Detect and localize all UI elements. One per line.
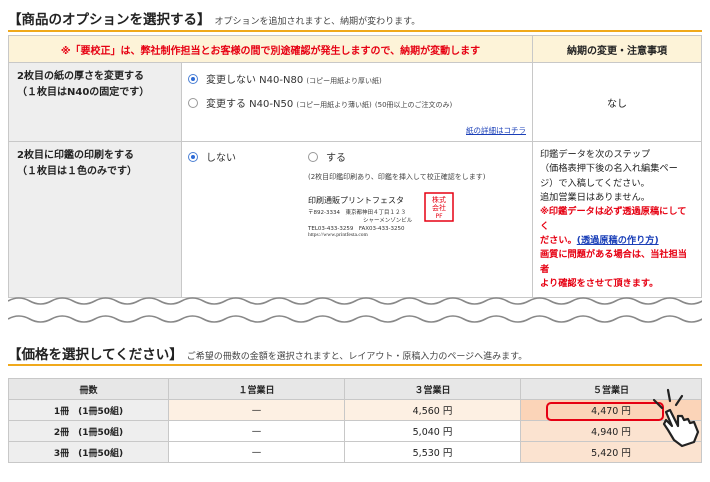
paper-option-keep-label: 変更しない N40-N80 xyxy=(206,75,304,86)
wave-divider-bottom xyxy=(8,315,702,323)
stamp-row-notes: 印鑑データを次のステップ （価格表押下後の名入れ編集ペー ジ）で入稿してください… xyxy=(532,140,702,299)
price-cell-3day[interactable]: 5,040 円 xyxy=(344,420,521,442)
stamp-yes-radio[interactable] xyxy=(308,152,318,162)
options-table: ※「要校正」は、弊社制作担当とお客様の間で別途確認が発生しますので、納期が変動し… xyxy=(8,35,702,299)
stamp-row-label-2: （１枚目は１色のみです） xyxy=(17,165,137,177)
paper-option-change-note: (コピー用紙より薄い紙) xyxy=(296,101,372,109)
price-cell-1day: — xyxy=(168,399,345,421)
wave-divider-top xyxy=(8,297,702,305)
paper-row-options: 変更しない N40-N80 (コピー用紙より厚い紙) 変更する N40-N50 … xyxy=(181,62,533,142)
price-cell-1day: — xyxy=(168,441,345,463)
price-cell-1day: — xyxy=(168,420,345,442)
price-row: 3冊 (1冊50組) — 5,530 円 5,420 円 xyxy=(8,441,702,463)
stamp-option-yes[interactable]: する xyxy=(308,149,346,164)
stamp-notes-line-2: （価格表押下後の名入れ編集ペー xyxy=(540,163,678,175)
price-header-3day: ３営業日 xyxy=(344,378,521,400)
price-section-title: 【価格を選択してください】 xyxy=(8,347,183,363)
price-cell-3day[interactable]: 4,560 円 xyxy=(344,399,521,421)
paper-option-change[interactable]: 変更する N40-N50 (コピー用紙より薄い紙) (50冊以上のご注文のみ) xyxy=(188,95,526,110)
price-section-rule xyxy=(8,364,702,366)
paper-keep-radio[interactable] xyxy=(188,74,198,84)
price-section-header: 【価格を選択してください】 ご希望の冊数の金額を選択されますと、レイアウト・原稿… xyxy=(8,343,527,363)
paper-row-notes: なし xyxy=(532,62,702,142)
options-header-warning: ※「要校正」は、弊社制作担当とお客様の間で別途確認が発生しますので、納期が変動し… xyxy=(8,35,533,63)
stamp-option-yes-note: (2枚目印鑑印刷あり、印鑑を挿入して校正確認をします) xyxy=(308,173,486,181)
price-header-qty: 冊数 xyxy=(8,378,169,400)
options-header-notes: 納期の変更・注意事項 xyxy=(532,35,702,63)
svg-text:PF: PF xyxy=(435,213,443,220)
options-section-title: 【商品のオプションを選択する】 xyxy=(8,12,211,28)
stamp-notes-red-2: ださい。 xyxy=(540,235,577,247)
price-header-1day: １営業日 xyxy=(168,378,345,400)
price-row-qty: 1冊 (1冊50組) xyxy=(8,399,169,421)
paper-row-label-2: （１枚目はN40の固定です） xyxy=(17,86,150,98)
svg-text:株式: 株式 xyxy=(432,195,446,204)
stamp-row-options: しない する (2枚目印鑑印刷あり、印鑑を挿入して校正確認をします) 印刷通販プ… xyxy=(181,140,533,299)
paper-option-change-note2: (50冊以上のご注文のみ) xyxy=(374,101,453,109)
options-section-desc: オプションを追加されますと、納期が変わります。 xyxy=(214,17,421,27)
stamp-notes-red-3: 画質に問題がある場合は、当社担当者 xyxy=(540,249,687,275)
price-cell-3day[interactable]: 5,530 円 xyxy=(344,441,521,463)
stamp-notes-line-1: 印鑑データを次のステップ xyxy=(540,149,651,160)
click-cursor-icon xyxy=(652,388,700,448)
paper-row-label-1: 2枚目の紙の厚さを変更する xyxy=(17,71,144,82)
stamp-option-no-label: しない xyxy=(206,153,236,164)
stamp-sample-image: 印刷通販プリントフェスタ 〒892-3334 東京都神田４丁目１２３ シャーメン… xyxy=(308,192,458,239)
svg-text:会社: 会社 xyxy=(432,203,446,212)
paper-change-radio[interactable] xyxy=(188,98,198,108)
stamp-no-radio[interactable] xyxy=(188,152,198,162)
stamp-notes-line-3: ジ）で入稿してください。 xyxy=(540,177,650,189)
selected-price-highlight xyxy=(546,402,664,421)
paper-option-keep[interactable]: 変更しない N40-N80 (コピー用紙より厚い紙) xyxy=(188,71,526,86)
price-row-qty: 3冊 (1冊50組) xyxy=(8,441,169,463)
transparent-manuscript-link[interactable]: (透過原稿の作り方) xyxy=(577,235,659,246)
stamp-row-label: 2枚目に印鑑の印刷をする （１枚目は１色のみです） xyxy=(8,140,182,299)
stamp-notes-red-4: より確認をさせて頂きます。 xyxy=(540,278,659,290)
paper-row-label: 2枚目の紙の厚さを変更する （１枚目はN40の固定です） xyxy=(8,62,182,142)
price-row: 2冊 (1冊50組) — 5,040 円 4,940 円 xyxy=(8,420,702,442)
options-section-header: 【商品のオプションを選択する】 オプションを追加されますと、納期が変わります。 xyxy=(8,8,420,28)
company-seal-stamp: 株式 会社 PF xyxy=(424,192,454,222)
stamp-row-label-1: 2枚目に印鑑の印刷をする xyxy=(17,150,134,161)
paper-option-keep-note: (コピー用紙より厚い紙) xyxy=(306,77,382,85)
sample-url: https://www.printfesta.com xyxy=(308,232,368,238)
price-section-desc: ご希望の冊数の金額を選択されますと、レイアウト・原稿入力のページへ進みます。 xyxy=(186,352,528,362)
sample-tel: TEL03-433-3259 FAX03-433-3250 xyxy=(308,226,405,232)
stamp-option-no[interactable]: しない xyxy=(188,152,236,164)
price-row-qty: 2冊 (1冊50組) xyxy=(8,420,169,442)
stamp-option-yes-label: する xyxy=(326,153,346,164)
options-section-rule xyxy=(8,30,702,32)
paper-option-change-label: 変更する N40-N50 xyxy=(206,99,294,110)
stamp-notes-red-1: ※印鑑データは必ず透過原稿にしてく xyxy=(540,206,687,232)
paper-detail-link[interactable]: 紙の詳細はコチラ xyxy=(466,126,526,135)
stamp-notes-line-4: 追加営業日はありません。 xyxy=(540,192,650,204)
